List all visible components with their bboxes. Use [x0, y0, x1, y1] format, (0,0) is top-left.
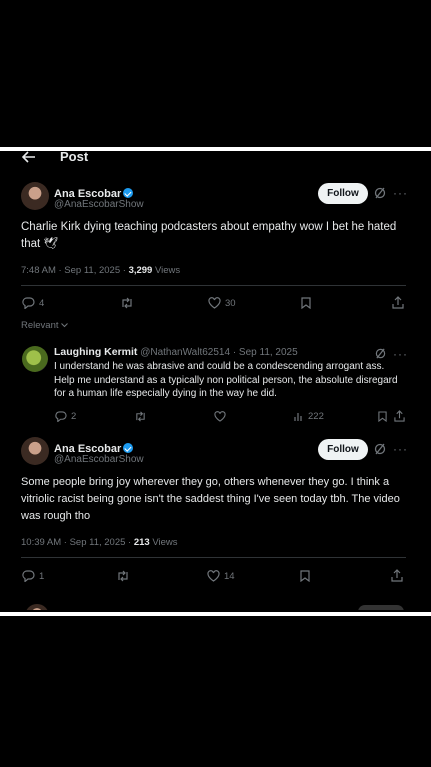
repost-icon	[136, 411, 145, 422]
like-icon	[207, 570, 220, 582]
more-icon[interactable]: ···	[393, 348, 408, 360]
views-button[interactable]: 222	[294, 411, 324, 422]
author-name[interactable]: Laughing Kermit	[54, 346, 137, 358]
reply-icon	[22, 297, 35, 309]
repost-icon	[122, 297, 132, 309]
screenshot-main-post: Post Ana Escobar @AnaEscobarShow Follow …	[8, 151, 417, 333]
reply-button[interactable]: 4	[22, 297, 44, 309]
like-button[interactable]: 30	[208, 297, 236, 309]
like-count: 14	[224, 570, 235, 582]
reply-author-row[interactable]: Laughing Kermit @NathanWalt62514 · Sep 1…	[54, 346, 298, 358]
grok-icon[interactable]	[375, 348, 386, 359]
bottom-border	[0, 612, 431, 616]
views-label: Views	[152, 265, 181, 276]
reply-text: I understand he was abrasive and could b…	[54, 361, 398, 399]
like-button[interactable]: 14	[207, 570, 235, 582]
views-count[interactable]: 3,299	[129, 265, 153, 276]
bookmark-button[interactable]	[378, 411, 387, 422]
views-icon	[294, 412, 302, 421]
avatar	[25, 604, 49, 610]
grok-icon[interactable]	[374, 443, 386, 455]
repost-button[interactable]	[134, 411, 147, 422]
repost-button[interactable]	[116, 570, 130, 582]
views-label: Views	[149, 537, 178, 548]
reply-button[interactable]: 2	[55, 411, 76, 422]
follow-button[interactable]: Follow	[318, 183, 368, 204]
verified-icon	[123, 443, 134, 453]
reply-count: 1	[39, 570, 45, 582]
author-handle[interactable]: @AnaEscobarShow	[54, 454, 144, 465]
reply-count: 2	[71, 411, 77, 422]
reply-count: 4	[39, 297, 45, 309]
verified-icon	[123, 188, 134, 198]
more-icon[interactable]: ···	[393, 443, 408, 455]
share-button[interactable]	[391, 569, 403, 582]
screenshot-reply-thread: Laughing Kermit @NathanWalt62514 · Sep 1…	[8, 340, 417, 610]
like-count: 30	[225, 297, 236, 309]
sort-label: Relevant	[21, 320, 59, 331]
reply-icon	[55, 411, 67, 422]
share-button[interactable]	[392, 296, 404, 309]
reply-icon	[22, 570, 35, 582]
post-text: Charlie Kirk dying teaching podcasters a…	[21, 219, 401, 253]
share-button[interactable]	[394, 410, 405, 422]
avatar[interactable]	[21, 182, 49, 210]
share-icon	[392, 296, 404, 309]
repost-button[interactable]	[120, 297, 134, 309]
follow-button	[358, 605, 404, 610]
post-text-content: Charlie Kirk dying teaching podcasters a…	[21, 221, 397, 250]
author-handle[interactable]: @AnaEscobarShow	[54, 199, 144, 210]
like-icon	[214, 411, 226, 422]
post-meta: 7:48 AM · Sep 11, 2025 · 3,299 Views	[21, 265, 180, 276]
like-icon	[208, 297, 221, 309]
bookmark-icon	[301, 297, 311, 309]
avatar[interactable]	[21, 437, 49, 465]
like-button[interactable]	[214, 411, 226, 422]
follow-button[interactable]: Follow	[318, 439, 368, 460]
views-count[interactable]: 213	[134, 537, 150, 548]
reply-button[interactable]: 1	[22, 570, 44, 582]
author-handle[interactable]: @NathanWalt62514 · Sep 11, 2025	[140, 347, 297, 358]
divider	[21, 557, 406, 558]
page-title: Post	[60, 151, 89, 164]
bookmark-button[interactable]	[300, 570, 310, 582]
share-icon	[391, 569, 403, 582]
bookmark-button[interactable]	[301, 297, 311, 309]
bookmark-icon	[378, 411, 387, 422]
divider	[21, 285, 406, 286]
dove-emoji: 🕊	[43, 238, 58, 250]
post-meta: 10:39 AM · Sep 11, 2025 · 213 Views	[21, 537, 178, 548]
more-icon[interactable]: ···	[393, 187, 408, 199]
avatar[interactable]	[22, 346, 48, 372]
sort-relevant[interactable]: Relevant	[21, 320, 68, 331]
repost-icon	[118, 570, 128, 582]
post-time[interactable]: 10:39 AM · Sep 11, 2025 ·	[21, 537, 134, 548]
share-icon	[394, 410, 405, 422]
grok-icon[interactable]	[374, 187, 386, 199]
chevron-down-icon	[60, 323, 68, 328]
back-arrow-icon[interactable]	[22, 151, 36, 163]
bookmark-icon	[300, 570, 310, 582]
post-text: Some people bring joy wherever they go, …	[21, 476, 400, 522]
views-count: 222	[308, 411, 324, 422]
post-time[interactable]: 7:48 AM · Sep 11, 2025 ·	[21, 265, 129, 276]
